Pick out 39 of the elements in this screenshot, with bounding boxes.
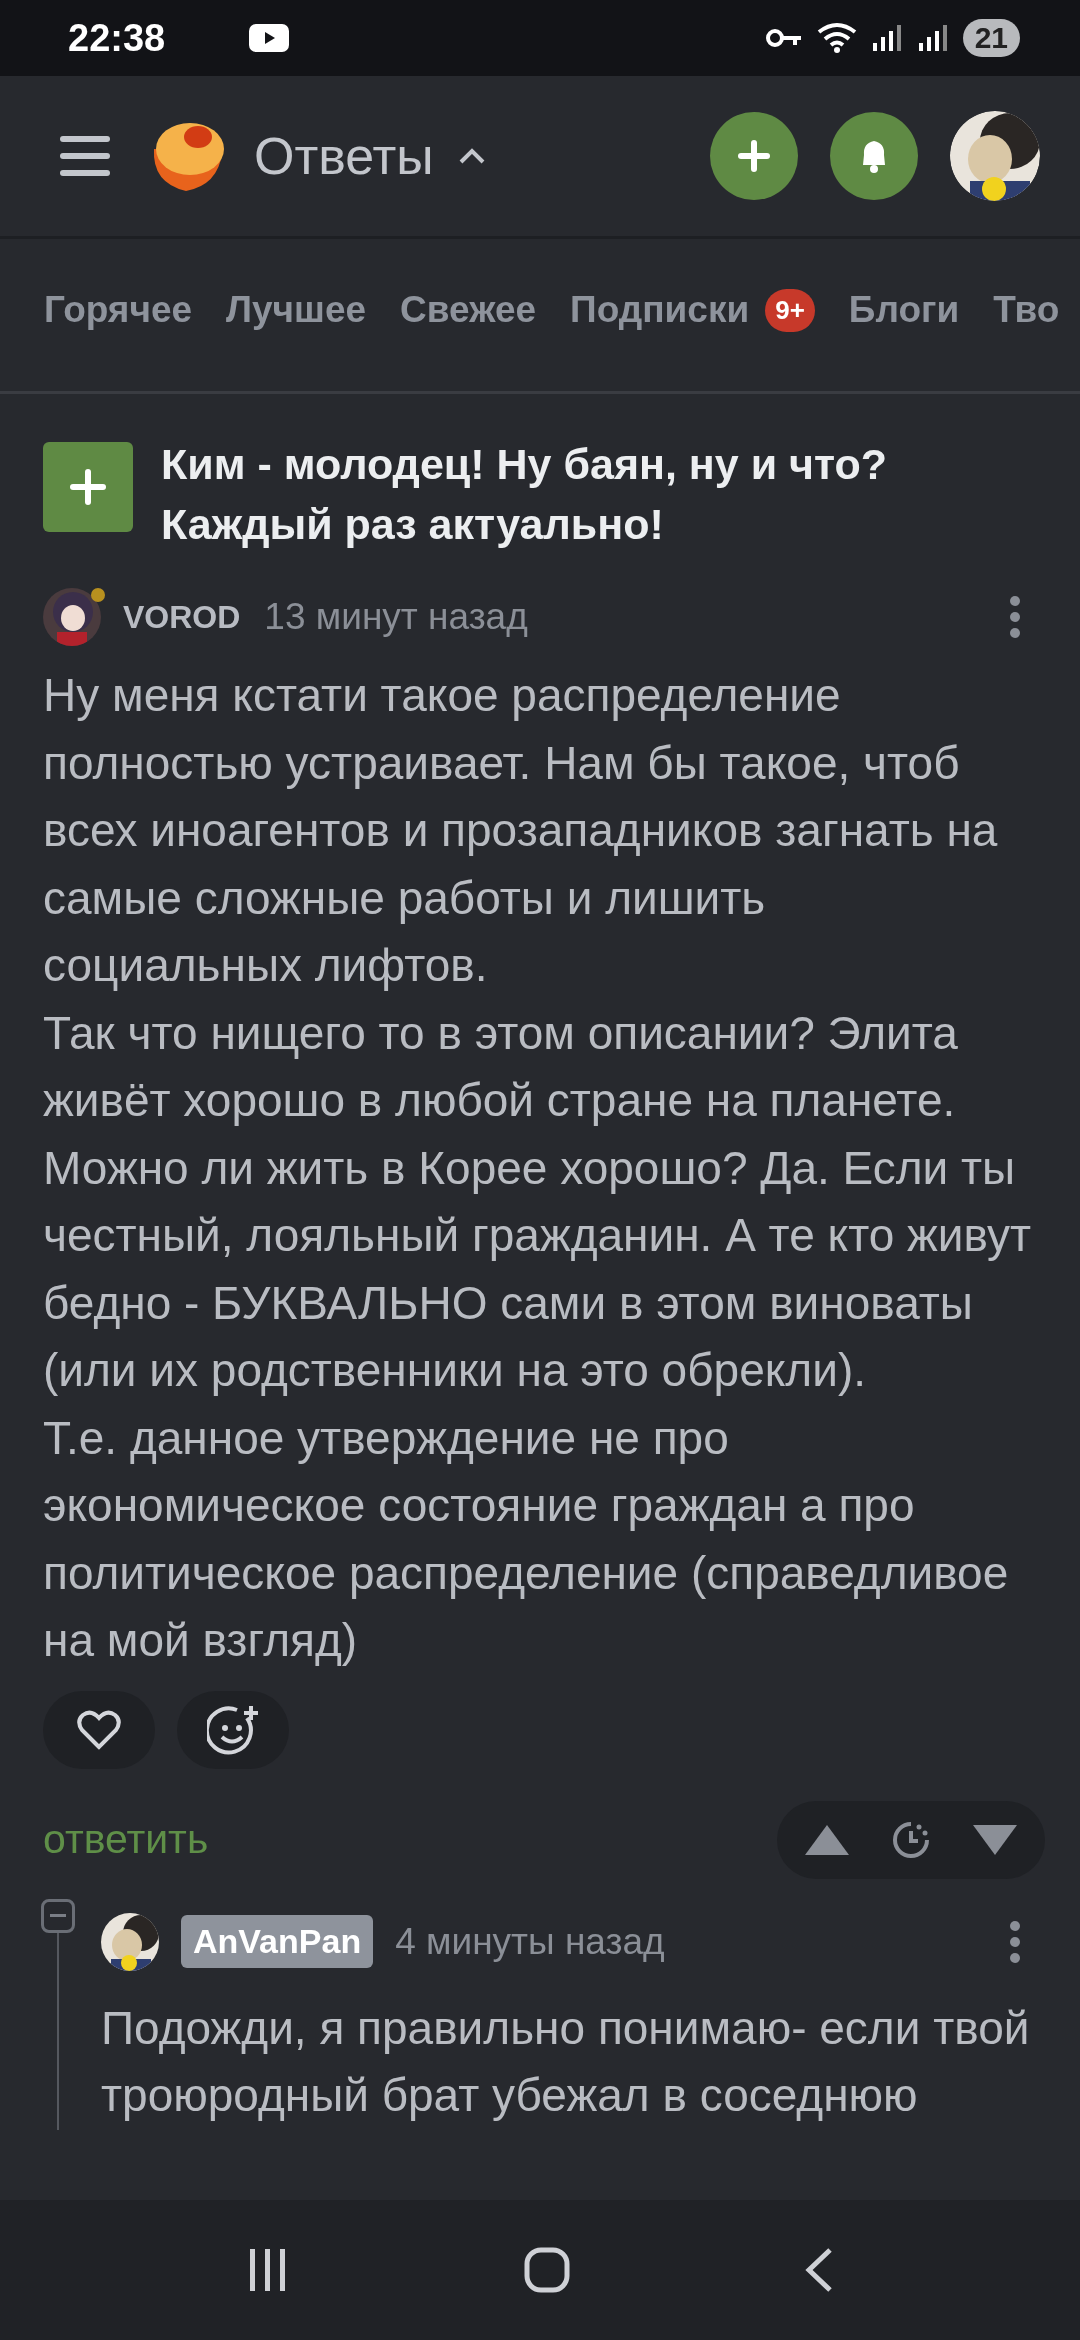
key-icon bbox=[764, 27, 803, 49]
plus-icon bbox=[68, 467, 108, 507]
collapse-thread-button[interactable] bbox=[41, 1898, 75, 1933]
downvote-icon[interactable] bbox=[971, 1822, 1019, 1857]
clock-time: 22:38 bbox=[68, 16, 166, 60]
wifi-icon bbox=[816, 22, 857, 54]
back-icon[interactable] bbox=[803, 2247, 834, 2293]
author-name[interactable]: VOROD bbox=[123, 598, 241, 636]
feed-tab[interactable]: Горячее bbox=[44, 289, 193, 331]
home-icon[interactable] bbox=[523, 2246, 571, 2294]
author-name[interactable]: AnVanPan bbox=[181, 1915, 374, 1968]
expand-post-button[interactable] bbox=[43, 442, 133, 532]
count-badge: 9+ bbox=[765, 288, 815, 332]
section-dropdown[interactable]: Ответы bbox=[254, 126, 486, 186]
comment-text: Так что нищего то в этом описании? Элита живёт хорошо в любой стране на планете. Можно ли жить в Корее хорошо? Да. Если ты честный, лояльный гражданин. А те кто живут бедно - БУКВАЛЬНО сами в этом виноваты (или их родственники на это обрекли). bbox=[43, 1005, 1033, 1398]
battery-level: 21 bbox=[962, 19, 1020, 57]
plus-icon bbox=[736, 138, 772, 174]
more-icon[interactable] bbox=[1009, 1919, 1021, 1964]
signal-icon bbox=[916, 23, 949, 53]
comment-text: Подожди, я правильно понимаю- если твой троюродный брат убежал в соседнюю bbox=[101, 2000, 1031, 2123]
menu-icon[interactable] bbox=[60, 134, 110, 178]
clock-icon[interactable] bbox=[891, 1819, 931, 1860]
reply-link[interactable]: ответить bbox=[43, 1816, 209, 1863]
feed-tab[interactable]: Блоги bbox=[848, 289, 960, 331]
signal-icon bbox=[870, 23, 903, 53]
video-app-icon bbox=[249, 24, 290, 52]
more-icon[interactable] bbox=[1009, 595, 1021, 639]
feed-tab[interactable]: Лучшее bbox=[226, 289, 367, 331]
smiley-plus-icon bbox=[207, 1703, 259, 1756]
feed-tab[interactable]: Подписки bbox=[570, 289, 750, 331]
post-title: Ким - молодец! Ну баян, ну и что? Каждый раз актуально! bbox=[161, 439, 889, 550]
comment-time: 13 минут назад bbox=[264, 596, 528, 638]
comment-text: Т.е. данное утверждение не про экономическое состояние граждан а про политическое распределение (справедливое на мой взгляд) bbox=[43, 1410, 1010, 1668]
minus-icon bbox=[50, 1914, 66, 1917]
feed-tab[interactable]: Свежее bbox=[400, 289, 537, 331]
feed-tab[interactable]: Тво bbox=[993, 289, 1060, 331]
comment-text: Ну меня кстати такое распределение полностью устраивает. Нам бы такое, чтоб всех иноагентов и прозападников загнать на самые сложные работы и лишить социальных лифтов. bbox=[43, 668, 999, 993]
heart-icon bbox=[76, 1708, 122, 1751]
comment-time: 4 минуты назад bbox=[395, 1920, 665, 1963]
